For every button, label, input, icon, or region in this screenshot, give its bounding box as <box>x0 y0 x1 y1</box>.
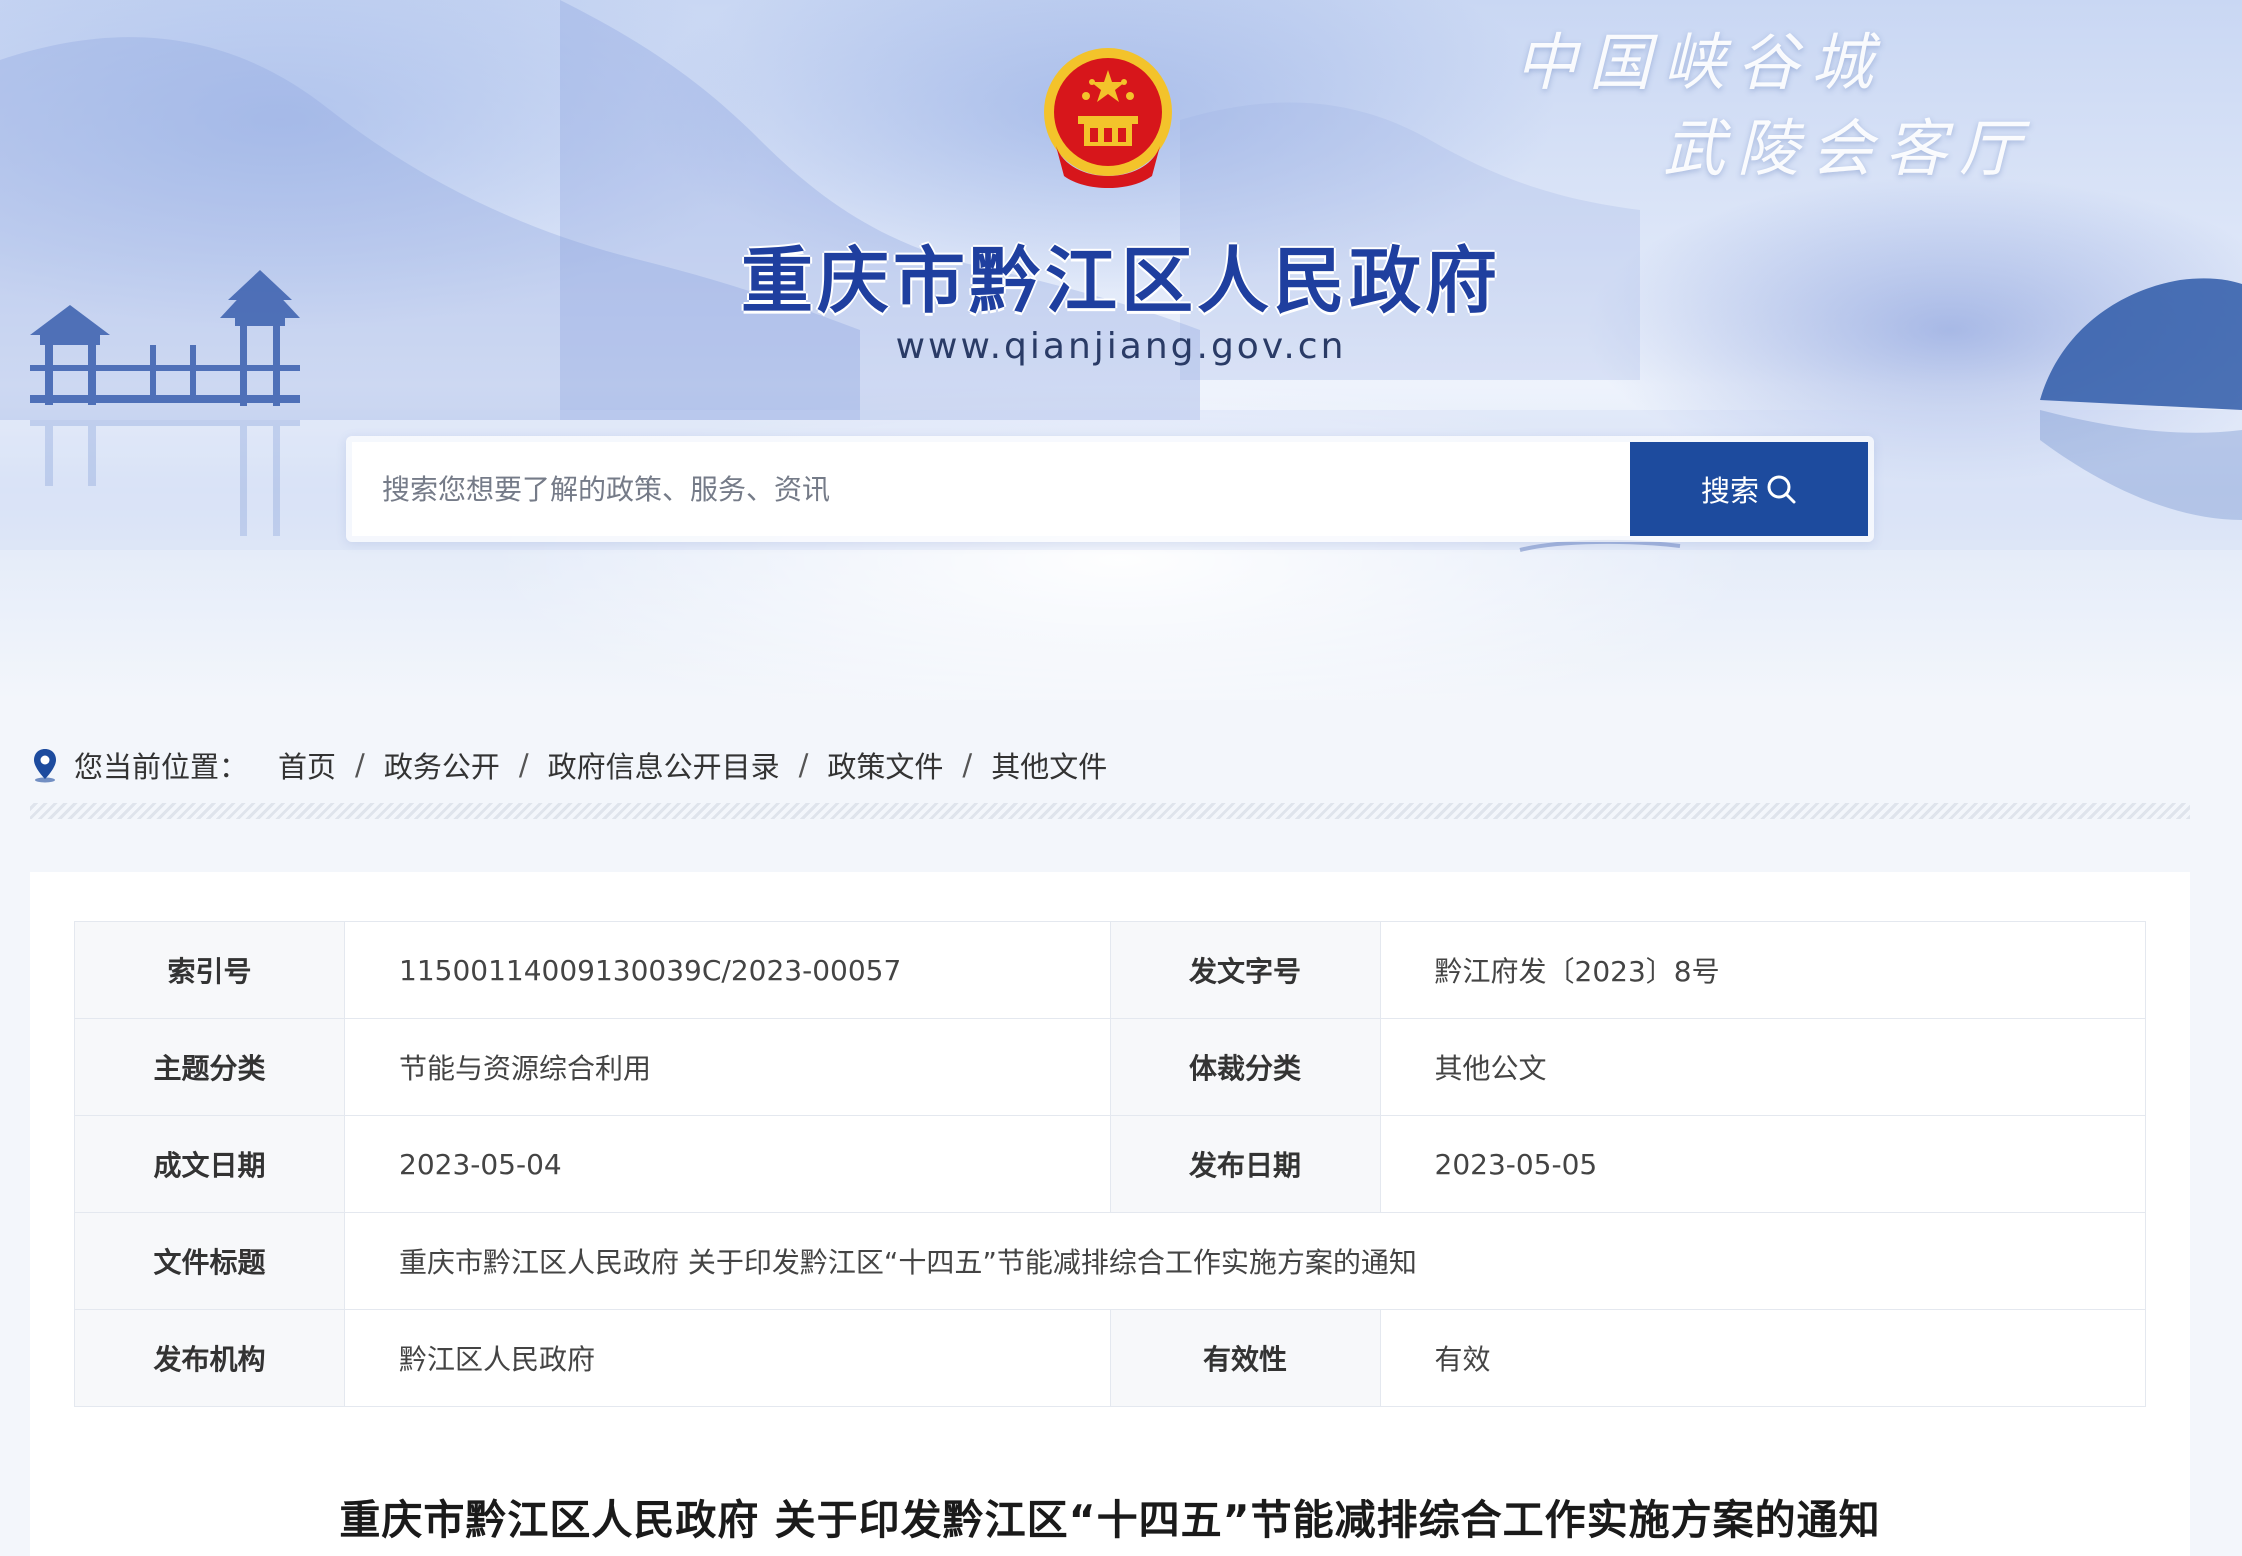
national-emblem-icon <box>1044 48 1172 188</box>
search-button-label: 搜索 <box>1700 474 1759 508</box>
meta-value-topic: 节能与资源综合利用 <box>344 1018 1111 1116</box>
meta-value-written-date: 2023-05-04 <box>344 1115 1111 1213</box>
search-button[interactable]: 搜索 <box>1630 442 1868 536</box>
meta-key-written-date: 成文日期 <box>74 1115 345 1213</box>
location-pin-icon <box>34 749 56 783</box>
meta-value-title: 重庆市黔江区人民政府 关于印发黔江区“十四五”节能减排综合工作实施方案的通知 <box>344 1212 2146 1310</box>
table-row: 发布机构 黔江区人民政府 有效性 有效 <box>74 1309 2146 1407</box>
table-row: 文件标题 重庆市黔江区人民政府 关于印发黔江区“十四五”节能减排综合工作实施方案… <box>74 1212 2146 1310</box>
document-meta-table: 索引号 11500114009130039C/2023-00057 发文字号 黔… <box>74 921 2146 1407</box>
breadcrumb-info-catalog[interactable]: 政府信息公开目录 <box>548 744 780 786</box>
meta-value-genre: 其他公文 <box>1379 1018 2146 1116</box>
meta-key-genre: 体裁分类 <box>1109 1018 1381 1116</box>
meta-key-doc-no: 发文字号 <box>1109 921 1381 1019</box>
breadcrumb-gov-affairs[interactable]: 政务公开 <box>384 744 500 786</box>
meta-key-topic: 主题分类 <box>74 1018 345 1116</box>
breadcrumb-divider <box>30 803 2190 819</box>
breadcrumb-separator: / <box>518 748 529 782</box>
breadcrumb-home[interactable]: 首页 <box>278 744 336 786</box>
slogan-line-2: 武陵会客厅 <box>1663 112 2034 185</box>
table-row: 索引号 11500114009130039C/2023-00057 发文字号 黔… <box>74 921 2146 1019</box>
meta-value-issuer: 黔江区人民政府 <box>344 1309 1111 1407</box>
meta-key-title: 文件标题 <box>74 1212 345 1310</box>
breadcrumb-separator: / <box>962 748 973 782</box>
table-row: 成文日期 2023-05-04 发布日期 2023-05-05 <box>74 1115 2146 1213</box>
site-url: www.qianjiang.gov.cn <box>895 326 1347 367</box>
breadcrumb-other-docs[interactable]: 其他文件 <box>991 744 1107 786</box>
meta-key-index-no: 索引号 <box>74 921 345 1019</box>
meta-value-validity: 有效 <box>1379 1309 2146 1407</box>
meta-key-issuer: 发布机构 <box>74 1309 345 1407</box>
slogan: 中国峡谷城 武陵会客厅 <box>1515 20 2215 200</box>
meta-key-validity: 有效性 <box>1109 1309 1381 1407</box>
breadcrumb: 您当前位置： 首页 / 政务公开 / 政府信息公开目录 / 政策文件 / 其他文… <box>30 740 1107 790</box>
breadcrumb-separator: / <box>798 748 809 782</box>
table-row: 主题分类 节能与资源综合利用 体裁分类 其他公文 <box>74 1018 2146 1116</box>
header-banner: 中国峡谷城 武陵会客厅 重庆市黔江区人民政府 www.qianjiang.gov… <box>0 0 2242 700</box>
slogan-line-1: 中国峡谷城 <box>1515 26 1886 99</box>
breadcrumb-label: 您当前位置： <box>74 750 249 784</box>
search-input[interactable] <box>352 442 1630 536</box>
breadcrumb-policy-docs[interactable]: 政策文件 <box>827 744 943 786</box>
content-card: 索引号 11500114009130039C/2023-00057 发文字号 黔… <box>30 872 2190 1556</box>
search-box: 搜索 <box>346 436 1874 542</box>
breadcrumb-separator: / <box>355 748 365 782</box>
meta-key-published-date: 发布日期 <box>1109 1115 1381 1213</box>
meta-value-published-date: 2023-05-05 <box>1379 1115 2146 1213</box>
meta-value-index-no: 11500114009130039C/2023-00057 <box>344 921 1111 1019</box>
document-title: 重庆市黔江区人民政府 关于印发黔江区“十四五”节能减排综合工作实施方案的通知 <box>339 1496 1881 1544</box>
search-icon <box>1767 475 1796 504</box>
site-name: 重庆市黔江区人民政府 <box>740 239 1501 323</box>
meta-value-doc-no: 黔江府发〔2023〕8号 <box>1379 921 2146 1019</box>
